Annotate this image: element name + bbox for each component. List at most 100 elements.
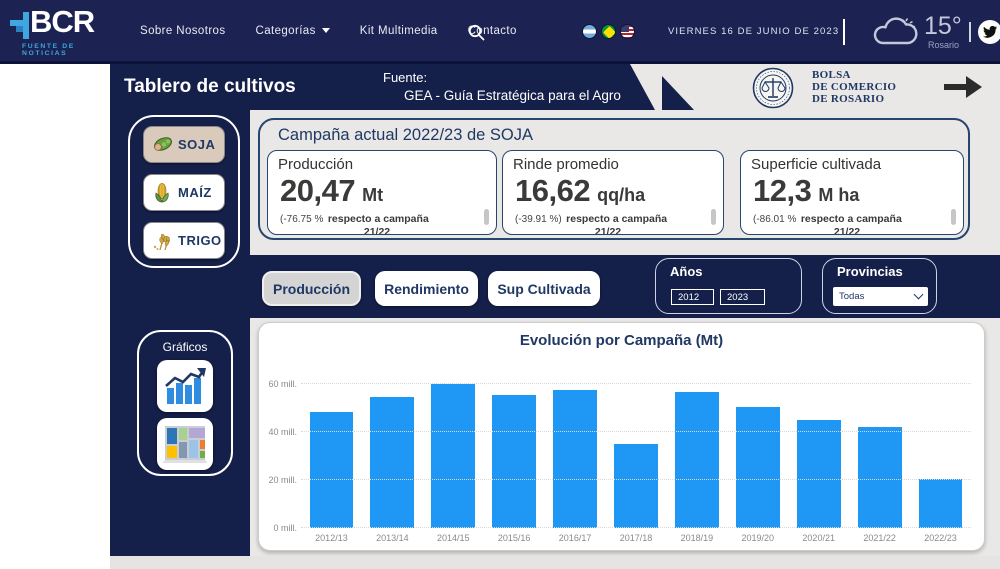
nav-item-label: Kit Multimedia (360, 25, 438, 37)
wheat-icon (151, 231, 173, 251)
dashboard-sidebar: SOJA MAÍZ (110, 110, 250, 556)
bar-2021/22[interactable] (858, 427, 902, 528)
weather-cloud-icon (872, 15, 918, 47)
language-flags (582, 24, 635, 39)
x-axis-tick-label: 2012/13 (301, 533, 362, 543)
gridline (301, 383, 971, 384)
logo-tagline: FUENTE DE NOTICIAS (22, 43, 120, 57)
bar-2016/17[interactable] (553, 390, 597, 528)
year-to-input[interactable]: 2023 (720, 289, 765, 305)
tab-sup-cultivada[interactable]: Sup Cultivada (488, 271, 600, 306)
year-from-input[interactable]: 2012 (671, 289, 714, 305)
weather-city: Rosario (928, 40, 959, 50)
summary-outer-box: Campaña actual 2022/23 de SOJA Producció… (258, 118, 970, 240)
bar-2014/15[interactable] (431, 384, 475, 528)
flag-argentina-icon[interactable] (582, 24, 597, 39)
card-rinde-promedio: Rinde promedio 16,62 qq/ha (-39.91 %) re… (502, 150, 724, 235)
nav-divider (843, 19, 845, 45)
provinces-dropdown[interactable]: Todas (833, 287, 928, 306)
crop-label: MAÍZ (178, 185, 212, 200)
tab-rendimiento[interactable]: Rendimiento (375, 271, 478, 306)
crop-label: TRIGO (178, 233, 222, 248)
bar-2020/21[interactable] (797, 420, 841, 528)
bar-2015/16[interactable] (492, 395, 536, 528)
bar-2018/19[interactable] (675, 392, 719, 528)
gridline (301, 479, 971, 480)
bar-2017/18[interactable] (614, 444, 658, 528)
bar-chart-view-button[interactable] (157, 360, 213, 412)
card-title: Rinde promedio (513, 156, 619, 173)
crop-button-maiz[interactable]: MAÍZ (143, 174, 225, 211)
crop-button-trigo[interactable]: TRIGO (143, 222, 225, 259)
nav-item-kit-multimedia[interactable]: Kit Multimedia (360, 25, 438, 37)
next-arrow-button[interactable] (942, 76, 982, 98)
tab-label: Producción (273, 281, 350, 297)
crop-selector-group: SOJA MAÍZ (128, 115, 240, 268)
nav-item-label: Categorías (256, 25, 316, 37)
y-axis-tick-label: 40 mill. (261, 427, 297, 437)
card-scrollbar[interactable] (484, 209, 489, 225)
dashboard-title: Tablero de cultivos (124, 76, 296, 98)
bar-chart-icon (163, 366, 207, 406)
card-title: Producción (278, 156, 353, 173)
card-value: 16,62 (515, 173, 590, 209)
card-note: respecto a campaña (566, 213, 667, 225)
card-scrollbar[interactable] (951, 209, 956, 225)
nav-item-categorias[interactable]: Categorías (256, 25, 330, 37)
bar-2012/13[interactable] (310, 412, 354, 528)
card-note2: 21/22 (280, 226, 474, 234)
card-value: 20,47 (280, 173, 355, 209)
x-axis-tick-label: 2019/20 (727, 533, 788, 543)
card-superficie-cultivada: Superficie cultivada 12,3 M ha (-86.01 %… (740, 150, 964, 235)
card-note: respecto a campaña (328, 213, 429, 225)
x-axis-tick-label: 2022/23 (910, 533, 971, 543)
bar-slot: 2018/19 (666, 359, 727, 528)
bar-2019/20[interactable] (736, 407, 780, 528)
top-navigation-bar: BCR FUENTE DE NOTICIAS Sobre Nosotros Ca… (0, 0, 1000, 64)
provinces-dropdown-value: Todas (839, 291, 864, 302)
bar-chart-plot: 2012/132013/142014/152015/162016/172017/… (301, 359, 971, 528)
bcr-logo[interactable]: BCR FUENTE DE NOTICIAS (10, 6, 120, 58)
chart-title: Evolución por Campaña (Mt) (259, 332, 984, 349)
treemap-view-button[interactable] (157, 418, 213, 470)
bar-slot: 2016/17 (545, 359, 606, 528)
gridline (301, 431, 971, 432)
card-delta: (-86.01 % (753, 214, 796, 225)
flag-brazil-icon[interactable] (601, 24, 616, 39)
summary-section: Campaña actual 2022/23 de SOJA Producció… (250, 110, 1000, 255)
bar-2022/23[interactable] (919, 479, 963, 528)
banner-ribbon-tip (662, 76, 694, 110)
twitter-icon[interactable] (978, 20, 1000, 44)
bar-slot: 2014/15 (423, 359, 484, 528)
current-date: VIERNES 16 DE JUNIO DE 2023 (668, 26, 839, 37)
bars-container: 2012/132013/142014/152015/162016/172017/… (301, 359, 971, 528)
evolution-chart-panel: Evolución por Campaña (Mt) 2012/132013/1… (258, 322, 985, 551)
brand-line: DE ROSARIO (812, 93, 896, 105)
chevron-down-icon (322, 28, 330, 33)
crop-button-soja[interactable]: SOJA (143, 126, 225, 163)
bar-slot: 2019/20 (727, 359, 788, 528)
card-unit: Mt (362, 185, 383, 206)
card-subtext: (-39.91 %) respecto a campaña 21/22 (515, 211, 701, 234)
treemap-icon (163, 424, 207, 464)
card-produccion: Producción 20,47 Mt (-76.75 % respecto a… (267, 150, 497, 235)
card-note: respecto a campaña (801, 213, 902, 225)
card-scrollbar[interactable] (711, 209, 716, 225)
tab-label: Sup Cultivada (497, 281, 590, 297)
card-value: 12,3 (753, 173, 811, 209)
tab-produccion[interactable]: Producción (262, 271, 361, 306)
search-icon[interactable] (468, 24, 485, 41)
gridline (301, 527, 971, 528)
nav-item-sobre-nosotros[interactable]: Sobre Nosotros (140, 25, 226, 37)
brand-line: DE COMERCIO (812, 81, 896, 93)
x-axis-tick-label: 2014/15 (423, 533, 484, 543)
bar-slot: 2012/13 (301, 359, 362, 528)
bar-slot: 2020/21 (788, 359, 849, 528)
years-filter-label: Años (670, 264, 703, 279)
x-axis-tick-label: 2020/21 (788, 533, 849, 543)
bar-2013/14[interactable] (370, 397, 414, 528)
card-note2: 21/22 (753, 226, 941, 234)
flag-usa-icon[interactable] (620, 24, 635, 39)
x-axis-tick-label: 2021/22 (849, 533, 910, 543)
brand-line: BOLSA (812, 69, 896, 81)
